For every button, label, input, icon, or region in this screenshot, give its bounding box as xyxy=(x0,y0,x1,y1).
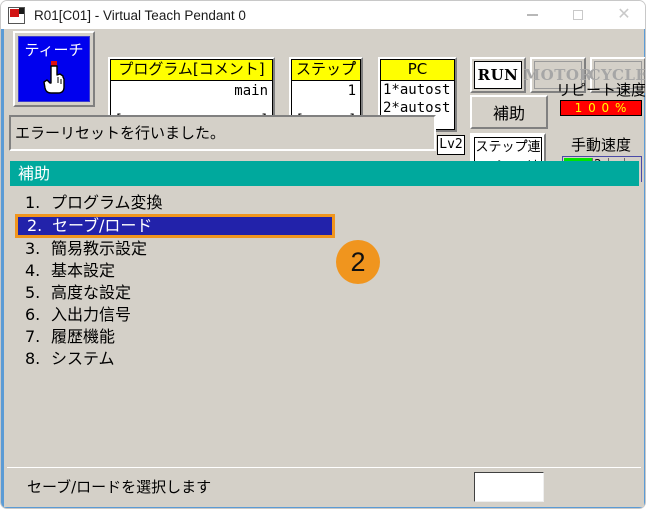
aux-button[interactable]: 補助 xyxy=(470,95,548,129)
menu-item-io-signals[interactable]: 6. 入出力信号 xyxy=(7,304,641,326)
menu-header: 補助 xyxy=(10,161,639,186)
menu-item-label: 基本設定 xyxy=(51,261,116,280)
menu-item-advanced-settings[interactable]: 5. 高度な設定 xyxy=(7,282,641,304)
app-icon xyxy=(8,6,25,24)
message-text: エラーリセットを行いました。 xyxy=(15,124,226,142)
pointing-hand-icon xyxy=(43,61,65,94)
pc-line-1: 1*autost xyxy=(383,82,451,98)
menu-item-history-function[interactable]: 7. 履歴機能 xyxy=(7,326,641,348)
status-bar-text: セーブ/ロードを選択します xyxy=(27,478,212,496)
menu-item-basic-settings[interactable]: 4. 基本設定 xyxy=(7,260,641,282)
run-lamp-label: RUN xyxy=(474,61,522,89)
menu-item-number: 4. xyxy=(25,261,41,280)
window-title: R01[C01] - Virtual Teach Pendant 0 xyxy=(34,7,246,23)
repeat-speed-value: 1 0 0 % xyxy=(560,100,642,116)
aux-button-label: 補助 xyxy=(492,104,525,123)
menu-item-label: システム xyxy=(51,349,115,368)
mode-step-continuous-label: ステップ゚連 xyxy=(475,139,541,155)
maximize-icon xyxy=(573,10,583,20)
status-bar: セーブ/ロードを選択します xyxy=(7,467,641,505)
manual-speed-label: 手動速度 xyxy=(570,136,631,154)
menu-item-number: 2. xyxy=(27,216,43,235)
window-controls: ✕ xyxy=(509,1,645,29)
menu-item-simple-teach-settings[interactable]: 3. 簡易教示設定 xyxy=(7,238,641,260)
pc-header: PC xyxy=(381,60,454,81)
close-icon: ✕ xyxy=(617,6,631,23)
minimize-button[interactable] xyxy=(509,1,555,29)
teach-mode-button[interactable]: ティーチ xyxy=(13,31,95,107)
step-badge: 2 xyxy=(336,240,380,284)
menu-item-label: プログラム変換 xyxy=(51,193,163,212)
menu-item-label: 履歴機能 xyxy=(51,327,116,346)
maximize-button[interactable] xyxy=(555,1,601,29)
program-name-value: main xyxy=(234,83,268,99)
close-button[interactable]: ✕ xyxy=(601,1,645,29)
status-input-box[interactable] xyxy=(474,472,544,502)
top-status-panel: ティーチ プログラム[コメント] main [ ] xyxy=(4,29,646,182)
menu-item-system[interactable]: 8. システム xyxy=(7,348,641,370)
run-lamp[interactable]: RUN xyxy=(470,57,526,93)
teach-mode-label: ティーチ xyxy=(24,41,84,59)
menu-item-number: 1. xyxy=(25,193,41,212)
menu-item-number: 8. xyxy=(25,349,41,368)
repeat-speed-label: リピート速度 xyxy=(555,81,646,99)
message-bar: エラーリセットを行いました。 xyxy=(9,115,436,151)
menu-item-label: 入出力信号 xyxy=(51,305,132,324)
menu-item-label: 高度な設定 xyxy=(51,283,132,302)
menu-list: 1. プログラム変換 2. セーブ/ロード 3. 簡易教示設定 4. 基本設定 5. 高度… xyxy=(7,192,641,370)
virtual-teach-pendant-window: R01[C01] - Virtual Teach Pendant 0 ✕ ティー… xyxy=(0,0,646,509)
menu-item-program-convert[interactable]: 1. プログラム変換 xyxy=(7,192,641,214)
program-comment-header: プログラム[コメント] xyxy=(111,60,272,81)
step-value: 1 xyxy=(347,83,356,99)
step-header: ステップ゚ xyxy=(292,60,360,81)
client-area: ティーチ プログラム[コメント] main [ ] xyxy=(1,29,646,508)
menu-panel: 補助 1. プログラム変換 2. セーブ/ロード 3. 簡易教示設定 4. 基本設定 5… xyxy=(7,161,641,467)
teach-mode-indicator: ティーチ xyxy=(18,36,90,102)
menu-item-number: 7. xyxy=(25,327,41,346)
title-bar: R01[C01] - Virtual Teach Pendant 0 ✕ xyxy=(1,1,645,29)
menu-item-label: セーブ/ロード xyxy=(52,216,153,235)
menu-item-save-load[interactable]: 2. セーブ/ロード xyxy=(15,214,335,238)
menu-item-number: 6. xyxy=(25,305,41,324)
message-level-badge: Lv2 xyxy=(437,135,465,155)
menu-item-label: 簡易教示設定 xyxy=(51,239,148,258)
menu-item-number: 5. xyxy=(25,283,41,302)
menu-item-number: 3. xyxy=(25,239,41,258)
minimize-icon xyxy=(526,14,538,16)
